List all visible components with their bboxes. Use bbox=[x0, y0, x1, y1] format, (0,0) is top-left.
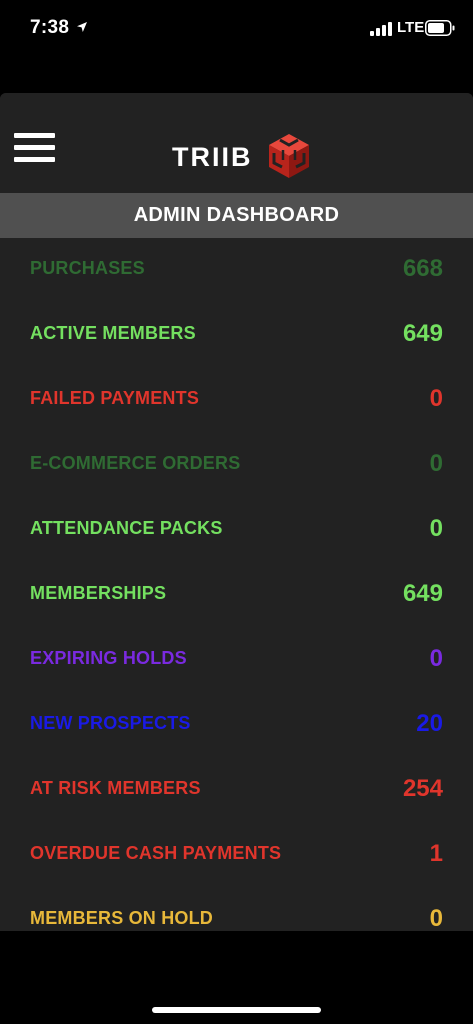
stat-row-ecommerce-orders[interactable]: E-COMMERCE ORDERS 0 bbox=[0, 433, 473, 498]
stat-value: 649 bbox=[402, 580, 443, 607]
stat-value: 0 bbox=[429, 450, 443, 477]
stat-label: AT RISK MEMBERS bbox=[30, 778, 201, 798]
stat-row-members-on-hold[interactable]: MEMBERS ON HOLD 0 bbox=[0, 888, 473, 931]
stat-value: 649 bbox=[402, 320, 443, 347]
stat-value: 668 bbox=[402, 255, 443, 282]
status-bar: 7:38 LTE bbox=[0, 0, 473, 60]
hamburger-menu-icon[interactable] bbox=[14, 133, 56, 165]
stat-label: ACTIVE MEMBERS bbox=[30, 323, 196, 343]
stat-value: 0 bbox=[429, 645, 443, 672]
stat-row-expiring-holds[interactable]: EXPIRING HOLDS 0 bbox=[0, 628, 473, 693]
triib-logo: TRIIB bbox=[172, 133, 312, 179]
stat-value: 20 bbox=[416, 710, 443, 737]
stat-label: OVERDUE CASH PAYMENTS bbox=[30, 843, 282, 863]
stat-value: 0 bbox=[429, 515, 443, 542]
page-title: ADMIN DASHBOARD bbox=[133, 204, 340, 226]
stat-value: 254 bbox=[402, 775, 443, 802]
stat-label: ATTENDANCE PACKS bbox=[30, 518, 223, 538]
network-type-label: LTE bbox=[397, 19, 425, 36]
cellular-signal-icon bbox=[370, 22, 392, 36]
stat-row-purchases[interactable]: PURCHASES 668 bbox=[0, 238, 473, 303]
phone-screen: 7:38 LTE TRIIB ADMIN DASHBOARD PURCHASES… bbox=[0, 0, 473, 1024]
stat-row-overdue-cash-payments[interactable]: OVERDUE CASH PAYMENTS 1 bbox=[0, 823, 473, 888]
stat-row-new-prospects[interactable]: NEW PROSPECTS 20 bbox=[0, 693, 473, 758]
stat-row-active-members[interactable]: ACTIVE MEMBERS 649 bbox=[0, 303, 473, 368]
stat-label: EXPIRING HOLDS bbox=[30, 648, 187, 668]
stat-value: 1 bbox=[429, 840, 443, 867]
stat-value: 0 bbox=[429, 385, 443, 412]
stat-label: MEMBERS ON HOLD bbox=[30, 908, 213, 928]
stat-row-failed-payments[interactable]: FAILED PAYMENTS 0 bbox=[0, 368, 473, 433]
stat-value: 0 bbox=[429, 905, 443, 931]
stat-row-attendance-packs[interactable]: ATTENDANCE PACKS 0 bbox=[0, 498, 473, 563]
stat-label: FAILED PAYMENTS bbox=[30, 388, 200, 408]
logo-text: TRIIB bbox=[172, 142, 253, 172]
stat-label: E-COMMERCE ORDERS bbox=[30, 453, 241, 473]
dashboard-title-bar: ADMIN DASHBOARD bbox=[0, 193, 473, 238]
stat-row-memberships[interactable]: MEMBERSHIPS 649 bbox=[0, 563, 473, 628]
app-panel: TRIIB ADMIN DASHBOARD PURCHASES 668 ACTI… bbox=[0, 93, 473, 931]
battery-icon bbox=[425, 20, 455, 36]
stat-label: PURCHASES bbox=[30, 258, 145, 278]
home-indicator[interactable] bbox=[152, 1007, 321, 1013]
status-time: 7:38 bbox=[30, 17, 70, 38]
stats-list: PURCHASES 668 ACTIVE MEMBERS 649 FAILED … bbox=[0, 238, 473, 931]
cube-logo-icon bbox=[269, 134, 309, 178]
location-arrow-icon bbox=[77, 22, 87, 32]
stat-label: MEMBERSHIPS bbox=[30, 583, 167, 603]
stat-label: NEW PROSPECTS bbox=[30, 713, 191, 733]
stat-row-at-risk-members[interactable]: AT RISK MEMBERS 254 bbox=[0, 758, 473, 823]
app-header: TRIIB bbox=[0, 93, 473, 193]
